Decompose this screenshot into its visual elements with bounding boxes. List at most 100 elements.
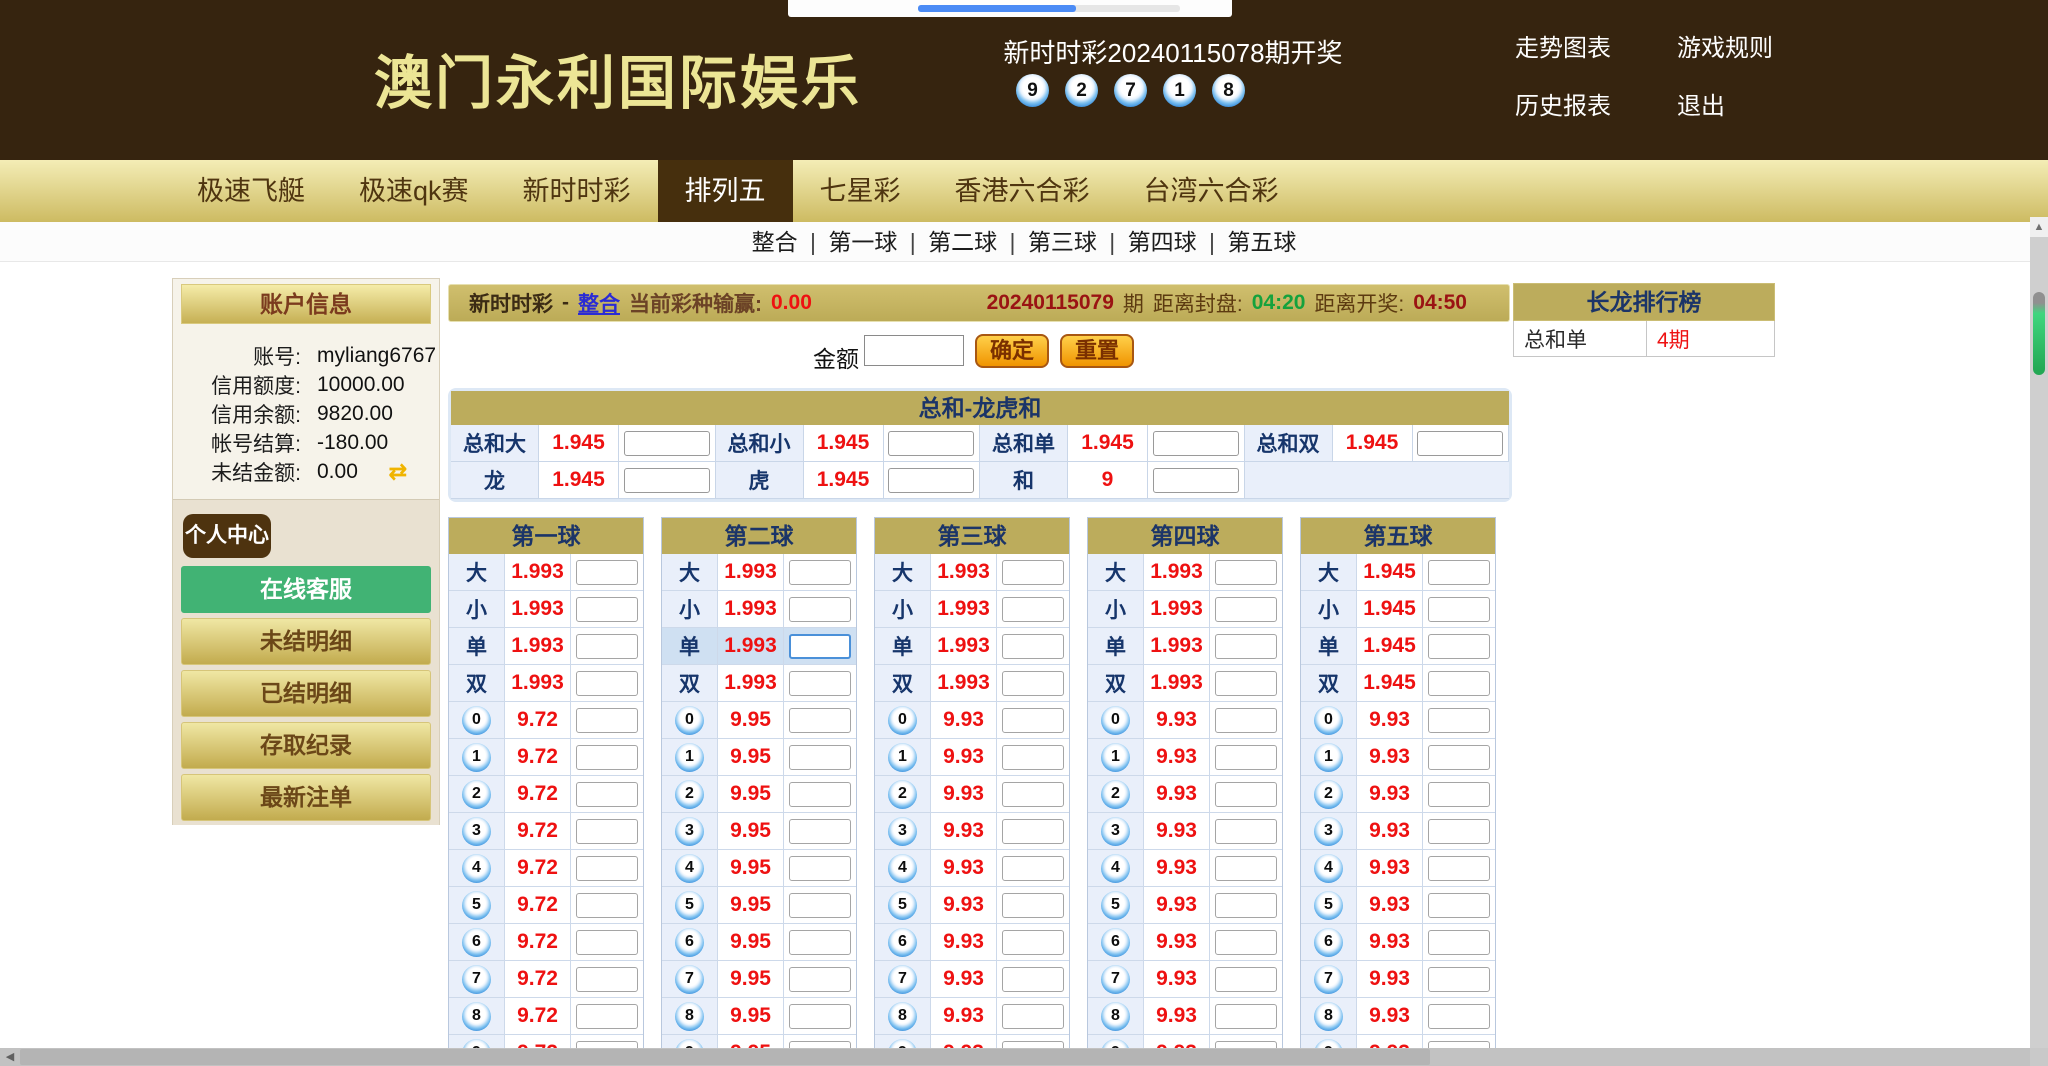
link-game-rules[interactable]: 游戏规则 — [1677, 28, 1773, 63]
amount-input[interactable] — [864, 335, 964, 366]
nav-item-3[interactable]: 新时时彩 — [496, 160, 658, 222]
bet-amount-input[interactable] — [1002, 745, 1064, 770]
sidebar-button-2[interactable]: 未结明细 — [181, 618, 431, 665]
bet-amount-input[interactable] — [1002, 1004, 1064, 1029]
bet-amount-input[interactable] — [1428, 930, 1490, 955]
bet-amount-input[interactable] — [1428, 745, 1490, 770]
bet-amount-input[interactable] — [1002, 893, 1064, 918]
subnav-item-5[interactable]: 第四球 — [1122, 229, 1203, 255]
bet-amount-input[interactable] — [1428, 597, 1490, 622]
subnav-item-6[interactable]: 第五球 — [1221, 229, 1302, 255]
bet-amount-input[interactable] — [789, 634, 851, 659]
subnav-item-2[interactable]: 第一球 — [822, 229, 903, 255]
bet-amount-input[interactable] — [1215, 782, 1277, 807]
subnav-item-3[interactable]: 第二球 — [922, 229, 1003, 255]
bet-amount-input[interactable] — [1215, 893, 1277, 918]
bet-amount-input[interactable] — [1428, 671, 1490, 696]
bet-amount-input[interactable] — [576, 967, 638, 992]
bet-amount-input[interactable] — [1153, 468, 1239, 493]
bet-amount-input[interactable] — [1428, 819, 1490, 844]
bet-amount-input[interactable] — [1215, 671, 1277, 696]
bet-amount-input[interactable] — [1215, 708, 1277, 733]
bet-amount-input[interactable] — [789, 930, 851, 955]
bet-amount-input[interactable] — [789, 745, 851, 770]
bet-amount-input[interactable] — [1215, 745, 1277, 770]
vertical-scroll-thumb[interactable] — [2033, 292, 2045, 375]
bet-amount-input[interactable] — [576, 708, 638, 733]
bet-amount-input[interactable] — [789, 1004, 851, 1029]
bet-amount-input[interactable] — [888, 431, 974, 456]
bet-amount-input[interactable] — [789, 893, 851, 918]
bet-amount-input[interactable] — [576, 819, 638, 844]
bet-amount-input[interactable] — [576, 782, 638, 807]
sidebar-button-5[interactable]: 最新注单 — [181, 774, 431, 821]
link-trend-chart[interactable]: 走势图表 — [1515, 28, 1611, 63]
scroll-left-arrow-icon[interactable]: ◀ — [0, 1048, 20, 1066]
sidebar-button-4[interactable]: 存取纪录 — [181, 722, 431, 769]
bet-amount-input[interactable] — [1215, 634, 1277, 659]
bet-amount-input[interactable] — [576, 856, 638, 881]
bet-amount-input[interactable] — [576, 634, 638, 659]
bet-amount-input[interactable] — [1002, 930, 1064, 955]
subnav-item-1[interactable]: 整合 — [746, 229, 804, 255]
bet-amount-input[interactable] — [1215, 967, 1277, 992]
link-history-report[interactable]: 历史报表 — [1515, 86, 1611, 121]
link-logout[interactable]: 退出 — [1677, 86, 1725, 121]
media-progress-track[interactable] — [918, 5, 1180, 12]
bet-amount-input[interactable] — [789, 819, 851, 844]
bet-amount-input[interactable] — [624, 431, 710, 456]
bet-amount-input[interactable] — [1002, 782, 1064, 807]
bet-amount-input[interactable] — [1002, 708, 1064, 733]
bet-amount-input[interactable] — [624, 468, 710, 493]
bet-amount-input[interactable] — [1428, 708, 1490, 733]
bet-amount-input[interactable] — [1428, 967, 1490, 992]
bet-amount-input[interactable] — [789, 782, 851, 807]
bet-amount-input[interactable] — [1002, 560, 1064, 585]
nav-item-5[interactable]: 七星彩 — [793, 160, 928, 222]
sidebar-button-1[interactable]: 在线客服 — [181, 566, 431, 613]
bet-amount-input[interactable] — [1002, 967, 1064, 992]
bet-amount-input[interactable] — [789, 856, 851, 881]
nav-item-7[interactable]: 台湾六合彩 — [1117, 160, 1306, 222]
bet-amount-input[interactable] — [789, 560, 851, 585]
bet-amount-input[interactable] — [1215, 560, 1277, 585]
bet-amount-input[interactable] — [576, 1004, 638, 1029]
bet-amount-input[interactable] — [1002, 819, 1064, 844]
bet-amount-input[interactable] — [1428, 893, 1490, 918]
nav-item-6[interactable]: 香港六合彩 — [928, 160, 1117, 222]
bet-amount-input[interactable] — [789, 597, 851, 622]
refresh-icon[interactable]: ⇄ — [389, 459, 407, 485]
vertical-scrollbar[interactable]: ▲ — [2030, 217, 2048, 1048]
nav-item-4[interactable]: 排列五 — [658, 160, 793, 222]
bet-amount-input[interactable] — [1428, 634, 1490, 659]
bet-amount-input[interactable] — [576, 560, 638, 585]
bet-amount-input[interactable] — [1215, 597, 1277, 622]
bet-amount-input[interactable] — [1428, 560, 1490, 585]
horizontal-scrollbar[interactable]: ◀ — [0, 1048, 2048, 1066]
bet-amount-input[interactable] — [1002, 856, 1064, 881]
confirm-button[interactable]: 确定 — [975, 334, 1049, 368]
bet-amount-input[interactable] — [576, 893, 638, 918]
mode-link[interactable]: 整合 — [578, 288, 620, 318]
subnav-item-4[interactable]: 第三球 — [1022, 229, 1103, 255]
bet-amount-input[interactable] — [576, 745, 638, 770]
reset-button[interactable]: 重置 — [1060, 334, 1134, 368]
bet-amount-input[interactable] — [576, 930, 638, 955]
scroll-up-arrow-icon[interactable]: ▲ — [2030, 217, 2048, 237]
bet-amount-input[interactable] — [1002, 634, 1064, 659]
sidebar-button-3[interactable]: 已结明细 — [181, 670, 431, 717]
nav-item-1[interactable]: 极速飞艇 — [170, 160, 332, 222]
horizontal-scroll-thumb[interactable] — [20, 1049, 1430, 1065]
bet-amount-input[interactable] — [1428, 856, 1490, 881]
bet-amount-input[interactable] — [888, 468, 974, 493]
bet-amount-input[interactable] — [789, 708, 851, 733]
bet-amount-input[interactable] — [576, 597, 638, 622]
bet-amount-input[interactable] — [1153, 431, 1239, 456]
bet-amount-input[interactable] — [1428, 1004, 1490, 1029]
bet-amount-input[interactable] — [789, 967, 851, 992]
bet-amount-input[interactable] — [1002, 671, 1064, 696]
bet-amount-input[interactable] — [1002, 597, 1064, 622]
bet-amount-input[interactable] — [1215, 930, 1277, 955]
bet-amount-input[interactable] — [1417, 431, 1503, 456]
nav-item-2[interactable]: 极速qk赛 — [332, 160, 496, 222]
